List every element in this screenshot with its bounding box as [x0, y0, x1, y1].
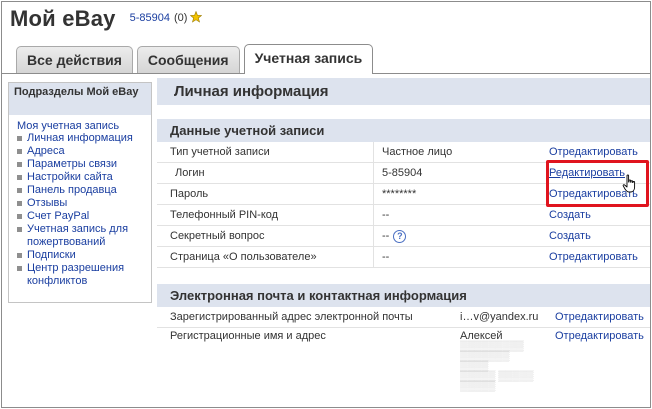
table-row: Зарегистрированный адрес электронной поч… — [157, 307, 650, 328]
edit-account-type-link[interactable]: Отредактировать — [545, 146, 638, 158]
account-section-title: Данные учетной записи — [157, 119, 650, 142]
row-label: Секретный вопрос — [170, 230, 265, 242]
row-value: Алексей ▒▒▒▒▒▒▒▒▒ ▒▒▒▒▒▒▒ ▒▒▒▒ ▒▒▒▒▒ ▒▒▒▒▒ ▒… — [460, 328, 548, 407]
sidebar-item-personal-info[interactable]: Личная информация — [17, 132, 151, 145]
create-pin-link[interactable]: Создать — [545, 209, 591, 221]
row-value: -- — [373, 205, 545, 225]
sidebar-item-communication[interactable]: Параметры связи — [17, 158, 151, 171]
sidebar: Подразделы Мой eBay Моя учетная запись Л… — [8, 82, 152, 303]
bullet-icon — [17, 266, 22, 271]
tab-account[interactable]: Учетная запись — [243, 44, 374, 74]
page-frame: Мой eBay 5-85904 (0) Все действия Сообще… — [1, 1, 651, 408]
tab-bar: Все действия Сообщения Учетная запись — [16, 44, 377, 74]
bullet-icon — [17, 227, 22, 232]
row-label: Регистрационные имя и адрес — [170, 330, 326, 342]
bullet-icon — [17, 253, 22, 258]
bullet-icon — [17, 136, 22, 141]
contact-section: Электронная почта и контактная информаци… — [157, 284, 650, 407]
sidebar-item-feedback[interactable]: Отзывы — [17, 197, 151, 210]
edit-about-me-link[interactable]: Отредактировать — [545, 251, 638, 263]
table-row: Страница «О пользователе» -- Отредактиро… — [157, 247, 650, 268]
sidebar-item-paypal[interactable]: Счет PayPal — [17, 210, 151, 223]
main-content: Личная информация Данные учетной записи … — [157, 78, 650, 407]
feedback-score[interactable]: (0) — [174, 12, 187, 24]
row-value: -- — [373, 247, 545, 267]
row-label: Пароль — [170, 188, 209, 200]
row-value: ******** — [373, 184, 545, 204]
row-label: Логин — [175, 167, 205, 179]
user-id-link[interactable]: 5-85904 — [130, 12, 170, 24]
bullet-icon — [17, 214, 22, 219]
sidebar-item-subscriptions[interactable]: Подписки — [17, 249, 151, 262]
bullet-icon — [17, 149, 22, 154]
sidebar-item-site-settings[interactable]: Настройки сайта — [17, 171, 151, 184]
sidebar-subheading[interactable]: Моя учетная запись — [9, 115, 151, 132]
page-title: Мой eBay — [10, 6, 116, 31]
row-label: Телефонный PIN-код — [170, 209, 279, 221]
table-row: Телефонный PIN-код -- Создать — [157, 205, 650, 226]
table-row: Секретный вопрос --? Создать — [157, 226, 650, 247]
bullet-icon — [17, 188, 22, 193]
help-icon[interactable]: ? — [393, 229, 407, 243]
sidebar-item-donations[interactable]: Учетная запись для пожертвований — [17, 223, 151, 249]
row-value: Частное лицо — [373, 142, 545, 162]
tab-all-activity[interactable]: Все действия — [16, 46, 133, 73]
sidebar-heading: Подразделы Мой eBay — [9, 83, 151, 115]
section-title: Личная информация — [157, 78, 650, 105]
row-value: i…v@yandex.ru — [460, 311, 539, 323]
hand-cursor-icon — [622, 174, 636, 193]
edit-name-address-link[interactable]: Отредактировать — [548, 328, 644, 407]
table-row: Регистрационные имя и адрес Алексей ▒▒▒▒… — [157, 328, 650, 407]
row-label: Зарегистрированный адрес электронной поч… — [170, 311, 413, 323]
bullet-icon — [17, 175, 22, 180]
bullet-icon — [17, 201, 22, 206]
edit-email-link[interactable]: Отредактировать — [548, 311, 644, 323]
row-label: Тип учетной записи — [170, 146, 270, 158]
sidebar-item-seller-dashboard[interactable]: Панель продавца — [17, 184, 151, 197]
sidebar-item-addresses[interactable]: Адреса — [17, 145, 151, 158]
blurred-address: ▒▒▒▒▒▒▒▒▒ ▒▒▒▒▒▒▒ ▒▒▒▒ ▒▒▒▒▒ ▒▒▒▒▒ ▒▒▒▒▒ — [460, 341, 534, 392]
row-value: --? — [373, 226, 545, 246]
star-icon — [190, 11, 203, 23]
create-secret-question-link[interactable]: Создать — [545, 230, 591, 242]
sidebar-list: Личная информация Адреса Параметры связи… — [9, 132, 151, 288]
sidebar-item-resolution-center[interactable]: Центр разрешения конфликтов — [17, 262, 151, 288]
row-label: Страница «О пользователе» — [170, 251, 317, 263]
row-value: 5-85904 — [373, 163, 545, 183]
header: Мой eBay 5-85904 (0) — [10, 6, 203, 32]
contact-section-title: Электронная почта и контактная информаци… — [157, 284, 650, 307]
tab-messages[interactable]: Сообщения — [136, 46, 240, 73]
bullet-icon — [17, 162, 22, 167]
